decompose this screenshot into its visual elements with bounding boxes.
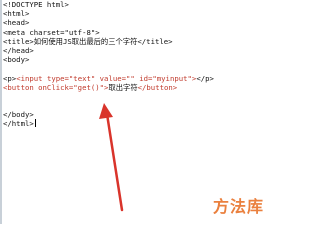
code-token: <title>如何使用JS取出最后的三个字符</title> (3, 36, 173, 46)
code-token: </p> (196, 73, 214, 83)
code-line[interactable]: </body> (3, 110, 289, 119)
code-line[interactable]: </head> (3, 46, 289, 55)
code-token: <meta charset="utf-8"> (3, 27, 100, 37)
code-area[interactable]: <!DOCTYPE html> <html> <head> <meta charset… (3, 0, 289, 129)
code-line[interactable] (3, 101, 289, 110)
code-token: 取出字符 (108, 82, 138, 92)
code-line[interactable]: <html> (3, 9, 289, 18)
code-token: </button> (137, 82, 178, 92)
code-line[interactable] (3, 92, 289, 101)
code-editor[interactable]: <!DOCTYPE html> <html> <head> <meta charset… (0, 0, 291, 224)
code-line[interactable]: <body> (3, 55, 289, 64)
code-token: <input type="text" value="" id="myinput"… (16, 73, 197, 83)
watermark-logo: 方法库 (213, 197, 265, 216)
code-line[interactable]: <head> (3, 18, 289, 27)
code-line[interactable] (3, 64, 289, 73)
code-token: </html> (3, 119, 34, 129)
code-token: </body> (3, 110, 34, 120)
code-token: <p> (3, 73, 17, 83)
code-line[interactable]: <title>如何使用JS取出最后的三个字符</title> (3, 37, 289, 46)
code-token: <head> (3, 18, 30, 28)
code-line[interactable]: <button onClick="get()">取出字符</button> (3, 83, 289, 92)
code-token: </head> (3, 45, 34, 55)
code-line[interactable]: </html> (3, 119, 289, 128)
code-line[interactable]: <meta charset="utf-8"> (3, 28, 289, 37)
code-token: <body> (3, 55, 30, 65)
editor-gutter (0, 0, 2, 224)
code-token: <!DOCTYPE html> (3, 0, 69, 9)
code-token: <button onClick="get()"> (3, 82, 109, 92)
code-token: <html> (3, 9, 30, 19)
code-line[interactable]: <!DOCTYPE html> (3, 0, 289, 9)
code-line[interactable]: <p><input type="text" value="" id="myinp… (3, 74, 289, 83)
text-caret (34, 119, 36, 128)
